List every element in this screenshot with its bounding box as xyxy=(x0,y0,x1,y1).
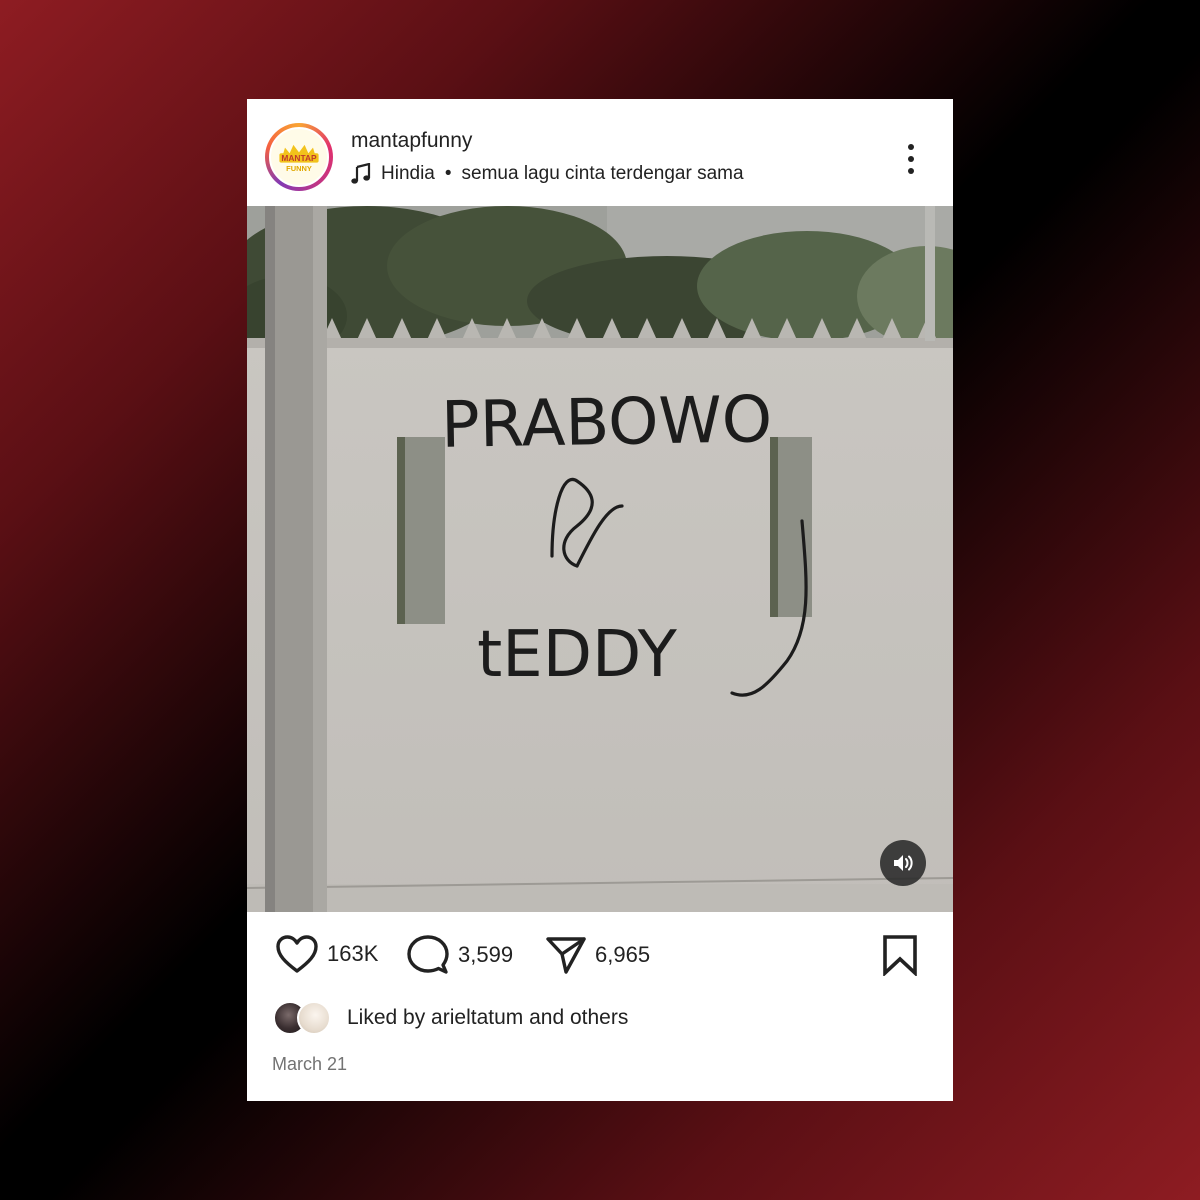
speaker-icon xyxy=(894,855,913,871)
bookmark-icon[interactable] xyxy=(881,934,919,976)
post-actions: 163K 3,599 6,965 xyxy=(247,912,953,992)
mute-button[interactable] xyxy=(880,840,926,886)
share-button[interactable]: 6,965 xyxy=(545,934,650,976)
graffiti-line3: tEDDY xyxy=(477,618,678,692)
liker-avatar[interactable] xyxy=(297,1001,331,1035)
comment-button[interactable]: 3,599 xyxy=(406,934,513,976)
liked-by-row[interactable]: Liked by arieltatum and others xyxy=(273,1001,628,1035)
music-note-icon xyxy=(351,163,371,184)
music-separator: • xyxy=(444,163,452,184)
liked-by-text[interactable]: Liked by arieltatum and others xyxy=(347,1006,628,1030)
post-photo[interactable]: PRABOWO tEDDY xyxy=(247,206,953,912)
like-button[interactable]: 163K xyxy=(275,934,378,974)
logo-text-top: MANTAP xyxy=(281,153,317,163)
share-icon xyxy=(546,937,586,974)
mantapfunny-logo: MANTAP FUNNY xyxy=(271,129,327,185)
graffiti-line1: PRABOWO xyxy=(440,383,772,463)
like-count: 163K xyxy=(327,941,379,966)
avatar[interactable]: MANTAP FUNNY xyxy=(269,127,329,187)
music-song: semua lagu cinta terdengar sama xyxy=(461,163,744,184)
heart-icon xyxy=(276,935,318,973)
graffiti-wall-photo: PRABOWO tEDDY xyxy=(247,206,953,912)
story-ring[interactable]: MANTAP FUNNY xyxy=(265,123,333,191)
music-info[interactable]: Hindia • semua lagu cinta terdengar sama xyxy=(351,163,744,185)
post-card: MANTAP FUNNY mantapfunny Hindia • semua … xyxy=(247,99,953,1101)
comment-count: 3,599 xyxy=(458,942,514,967)
music-artist: Hindia xyxy=(381,163,435,184)
comment-icon xyxy=(407,935,449,974)
share-count: 6,965 xyxy=(595,942,651,967)
post-header: MANTAP FUNNY mantapfunny Hindia • semua … xyxy=(247,99,953,206)
post-date: March 21 xyxy=(272,1054,348,1074)
more-options-icon[interactable] xyxy=(899,141,923,177)
username[interactable]: mantapfunny xyxy=(351,129,472,153)
logo-text-bottom: FUNNY xyxy=(286,164,312,173)
